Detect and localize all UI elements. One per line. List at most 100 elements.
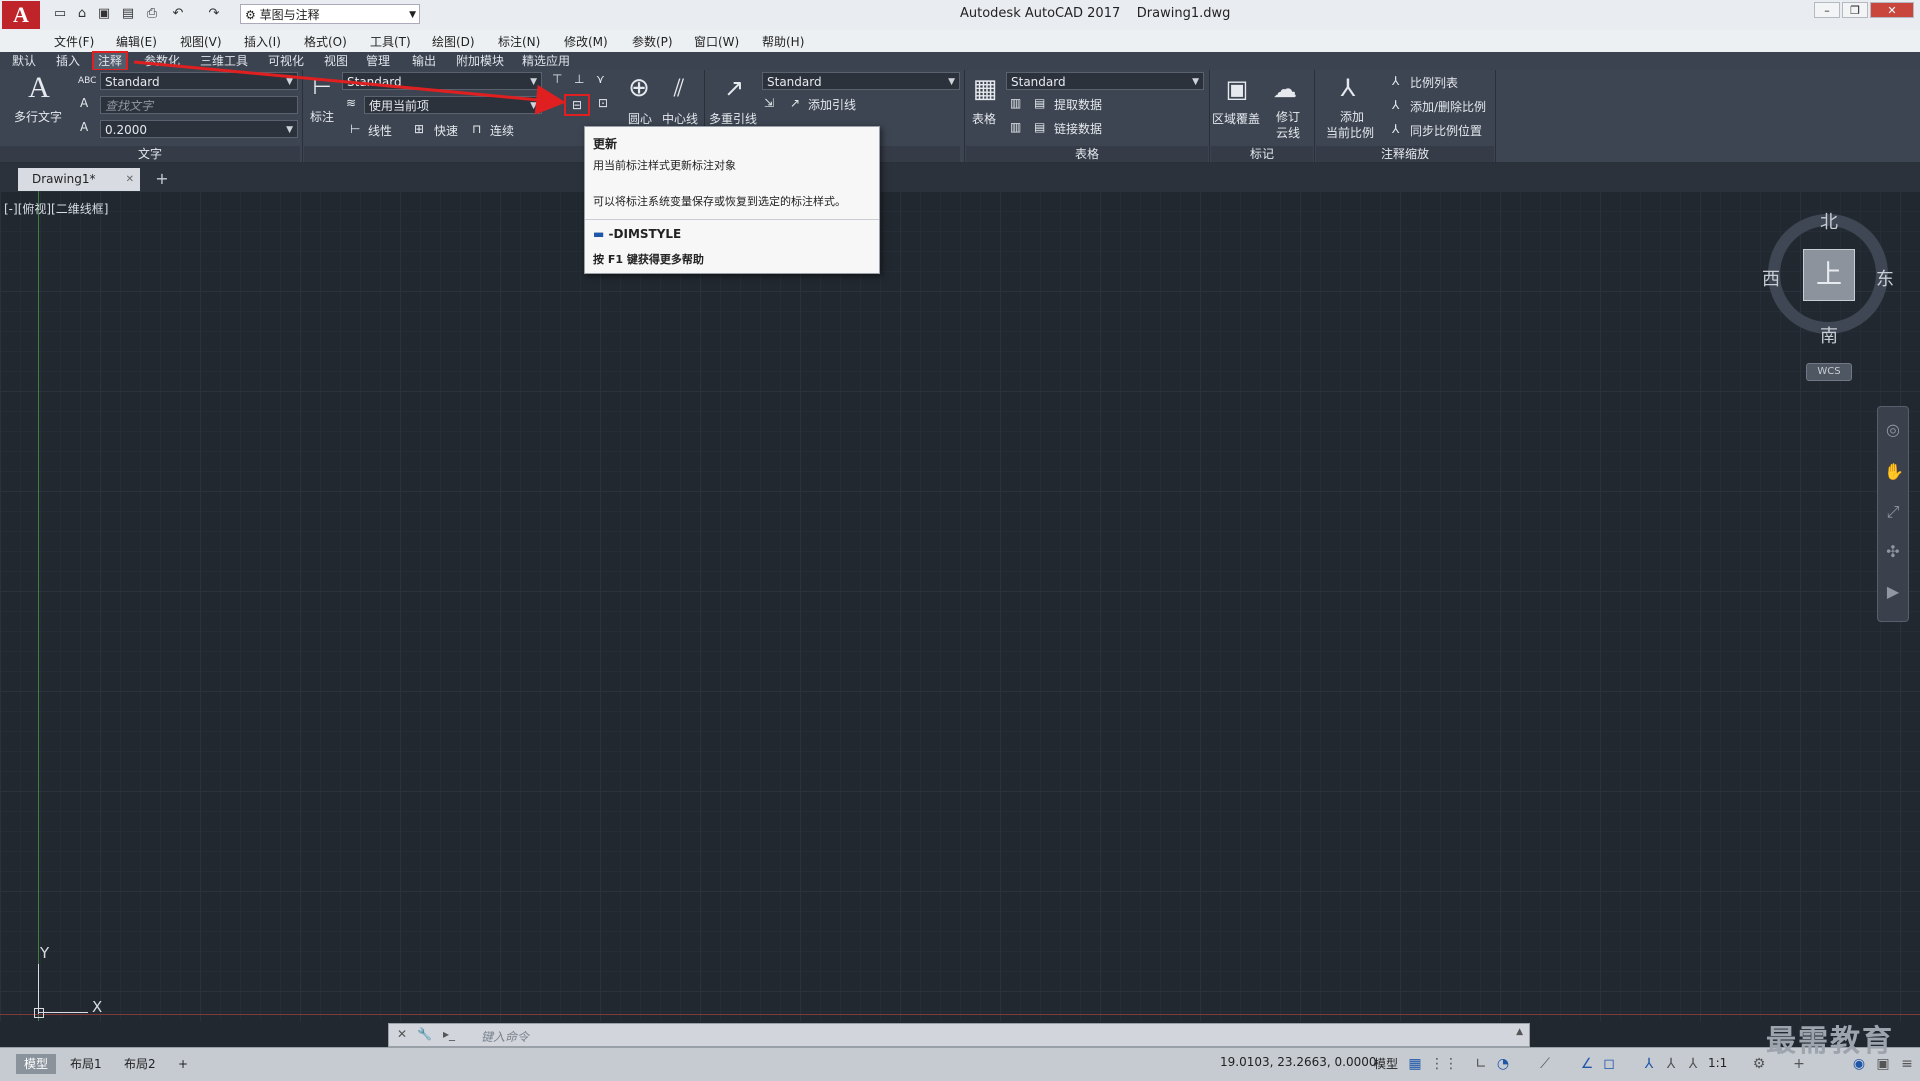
menu-item-3[interactable]: 插入(I)	[244, 33, 281, 50]
ribbon-tab-9[interactable]: 附加模块	[452, 53, 508, 69]
menu-item-8[interactable]: 修改(M)	[564, 33, 608, 50]
doc-tab-drawing1[interactable]: Drawing1* ✕	[18, 168, 140, 191]
menu-item-10[interactable]: 窗口(W)	[694, 33, 739, 50]
revcloud-label-2[interactable]: 云线	[1276, 124, 1300, 141]
mtext-icon[interactable]: A	[20, 70, 58, 106]
mleader-style-select[interactable]: Standard ▼	[762, 72, 960, 90]
annotation-scale-icon[interactable]: ⅄	[1684, 1054, 1702, 1074]
scale-panel-title[interactable]: 注释缩放	[1316, 146, 1494, 162]
ribbon-tab-3[interactable]: 参数化	[140, 53, 184, 69]
layout-tab-1[interactable]: 布局1	[62, 1054, 110, 1074]
minimize-button[interactable]: –	[1814, 2, 1840, 18]
viewcube-top-face[interactable]: 上	[1803, 249, 1855, 301]
ribbon-tab-6[interactable]: 视图	[320, 53, 352, 69]
mtext-label[interactable]: 多行文字	[14, 108, 62, 125]
menu-item-4[interactable]: 格式(O)	[304, 33, 347, 50]
table-panel-title[interactable]: 表格	[966, 146, 1208, 162]
close-button[interactable]: ✕	[1870, 2, 1914, 18]
viewport-controls[interactable]: [-][俯视][二维线框]	[4, 200, 108, 217]
pan-icon[interactable]: ✋	[1884, 463, 1904, 481]
steering-wheel-icon[interactable]: ◎	[1884, 421, 1902, 439]
spell-check-icon[interactable]: ABC	[78, 76, 96, 86]
centerline-icon[interactable]: ⫽	[664, 72, 694, 104]
snap-icon[interactable]: ⋮⋮	[1430, 1054, 1458, 1074]
add-delete-scale-icon[interactable]: ⅄	[1392, 98, 1399, 112]
ortho-icon[interactable]: ∟	[1472, 1054, 1490, 1074]
check-icon[interactable]: ✓	[550, 96, 560, 110]
add-layout-button[interactable]: +	[170, 1054, 196, 1074]
layout-tab-2[interactable]: 布局2	[116, 1054, 164, 1074]
multileader-icon[interactable]: ↗	[716, 72, 752, 104]
extract-data-icon[interactable]: ▤	[1034, 96, 1045, 110]
close-cmd-icon[interactable]: ✕	[397, 1027, 407, 1041]
multileader-label[interactable]: 多重引线	[709, 110, 757, 127]
redo-icon[interactable]: ↷	[204, 4, 224, 24]
quick-dim-icon[interactable]: ⊞	[414, 122, 424, 136]
menu-item-11[interactable]: 帮助(H)	[762, 33, 804, 50]
wcs-menu[interactable]: WCS	[1806, 363, 1852, 381]
workspace-selector[interactable]: ⚙ 草图与注释 ▼	[240, 4, 420, 24]
new-tab-button[interactable]: +	[152, 169, 172, 189]
layout-tab-model[interactable]: 模型	[16, 1054, 57, 1074]
orbit-icon[interactable]: ✣	[1884, 543, 1902, 561]
wipeout-icon[interactable]: ▣	[1220, 74, 1254, 104]
extract-data-label[interactable]: 提取数据	[1054, 96, 1102, 113]
dim-break-icon[interactable]: ⊤	[552, 72, 562, 86]
print-icon[interactable]: ⎙	[142, 4, 162, 24]
drawing-canvas[interactable]	[0, 191, 1920, 1021]
markup-panel-title[interactable]: 标记	[1211, 146, 1313, 162]
dim-style-select[interactable]: Standard ▼	[342, 72, 542, 90]
showmotion-icon[interactable]: ▶	[1884, 583, 1902, 601]
menu-item-9[interactable]: 参数(P)	[632, 33, 673, 50]
annotation-scale-select[interactable]: 1:1	[1708, 1056, 1727, 1070]
menu-item-6[interactable]: 绘图(D)	[432, 33, 475, 50]
menu-item-2[interactable]: 视图(V)	[180, 33, 222, 50]
dim-layer-select[interactable]: 使用当前项 ▼	[364, 96, 542, 114]
open-file-icon[interactable]: ⌂	[72, 4, 92, 24]
save-icon[interactable]: ▣	[94, 4, 114, 24]
ribbon-tab-2[interactable]: 注释	[92, 51, 129, 71]
table-icon[interactable]: ▦	[970, 74, 1000, 104]
table-style-select[interactable]: Standard ▼	[1006, 72, 1204, 90]
app-menu-button[interactable]: A	[2, 1, 40, 29]
add-scale-label-2[interactable]: 当前比例	[1326, 124, 1374, 141]
table-link-icon[interactable]: ▥	[1010, 120, 1021, 134]
add-scale-icon[interactable]: ⅄	[1332, 72, 1364, 104]
add-delete-scale-label[interactable]: 添加/删除比例	[1410, 98, 1486, 115]
dim-override-icon[interactable]: ⊡	[598, 96, 608, 110]
centerline-label[interactable]: 中心线	[662, 110, 698, 127]
linear-dim-label[interactable]: 线性	[368, 122, 392, 139]
sync-scale-icon[interactable]: ⅄	[1392, 122, 1399, 136]
prompt-icon[interactable]: ▸_	[443, 1027, 455, 1041]
center-mark-icon[interactable]: ⊕	[624, 72, 654, 104]
model-space-button[interactable]: 模型	[1374, 1055, 1398, 1072]
ribbon-tab-8[interactable]: 输出	[408, 53, 440, 69]
close-tab-icon[interactable]: ✕	[126, 168, 134, 191]
table-label[interactable]: 表格	[972, 110, 996, 127]
scale-list-icon[interactable]: ⅄	[1392, 74, 1399, 88]
customize-menu-icon[interactable]: ≡	[1898, 1054, 1916, 1074]
coordinate-readout[interactable]: 19.0103, 23.2663, 0.0000	[1220, 1055, 1377, 1069]
revcloud-label-1[interactable]: 修订	[1276, 108, 1300, 125]
find-text-input[interactable]: 查找文字	[100, 96, 298, 114]
add-leader-label[interactable]: 添加引线	[808, 96, 856, 113]
polar-icon[interactable]: ◔	[1494, 1054, 1512, 1074]
table-merge-icon[interactable]: ▥	[1010, 96, 1021, 110]
add-scale-label-1[interactable]: 添加	[1340, 108, 1364, 125]
annotation-visibility-icon[interactable]: ⅄	[1640, 1054, 1658, 1074]
compass-west[interactable]: 西	[1762, 265, 1780, 291]
ribbon-tab-0[interactable]: 默认	[8, 53, 40, 69]
add-leader-icon[interactable]: ↗	[790, 96, 800, 110]
dim-space-icon[interactable]: ⊥	[574, 72, 584, 86]
link-data-icon[interactable]: ▤	[1034, 120, 1045, 134]
maximize-button[interactable]: ❐	[1842, 2, 1868, 18]
compass-south[interactable]: 南	[1820, 322, 1838, 348]
continue-dim-icon[interactable]: ⊓	[472, 122, 481, 136]
autoscale-icon[interactable]: ⅄	[1662, 1054, 1680, 1074]
dimension-label[interactable]: 标注	[310, 108, 334, 125]
grid-icon[interactable]: ▦	[1406, 1054, 1424, 1074]
continue-dim-label[interactable]: 连续	[490, 122, 514, 139]
link-data-label[interactable]: 链接数据	[1054, 120, 1102, 137]
ribbon-tab-10[interactable]: 精选应用	[518, 53, 574, 69]
dim-update-button[interactable]: ⊟	[564, 94, 590, 116]
